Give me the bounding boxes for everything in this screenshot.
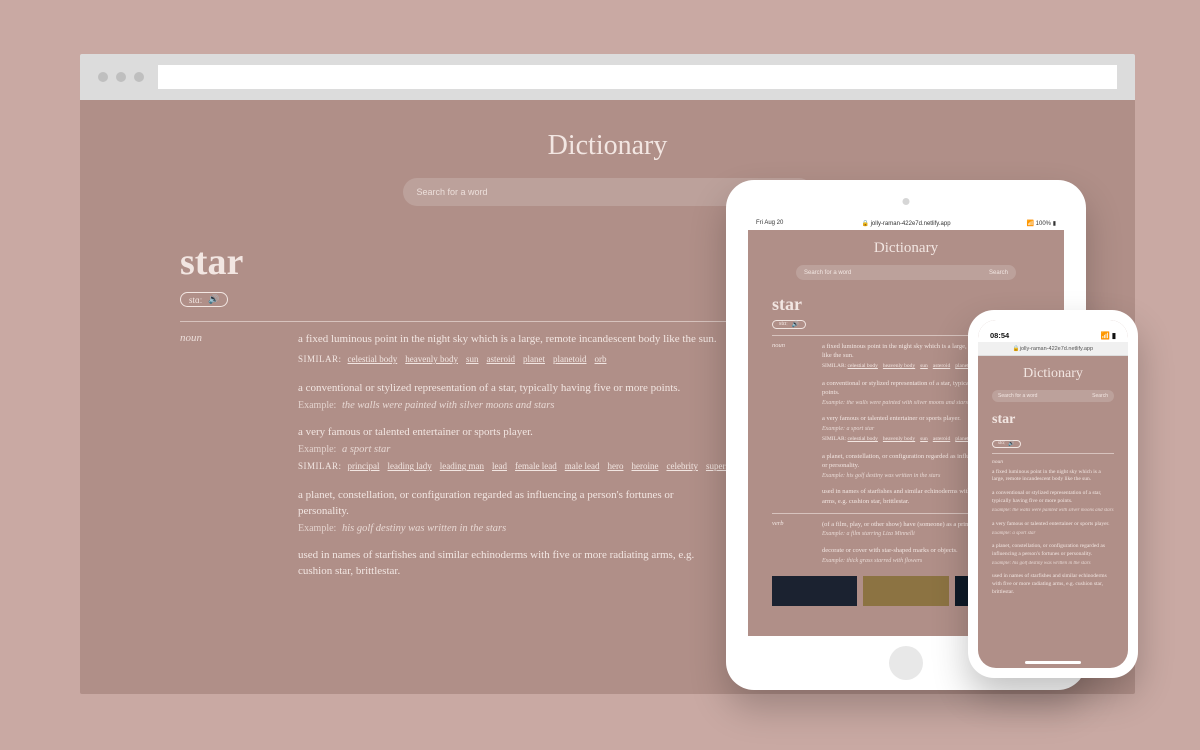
browser-chrome [80,54,1135,100]
example-text: Example: his golf destiny was written in… [298,523,718,534]
similar-row: SIMILAR:celestial bodyheavenly bodysunas… [298,352,718,367]
similar-tag[interactable]: sun [466,354,479,364]
definition-text: used in names of starfishes and similar … [298,548,718,580]
word-heading: star [992,412,1114,428]
tablet-status-bar: Fri Aug 20 🔒 jolly-raman-422e7d.netlify.… [748,216,1064,230]
maximize-icon[interactable] [134,72,144,82]
similar-tag[interactable]: celestial body [348,354,398,364]
definition-item: used in names of starfishes and similar … [992,573,1114,597]
similar-tag[interactable]: heroine [631,461,658,471]
home-indicator[interactable] [1025,661,1081,664]
close-icon[interactable] [98,72,108,82]
similar-tag[interactable]: planet [523,354,545,364]
definition-text: a very famous or talented entertainer or… [298,425,718,441]
similar-tag[interactable]: asteroid [487,354,516,364]
similar-tag[interactable]: female lead [515,461,557,471]
search-bar[interactable]: Search for a word Search [992,390,1114,402]
result-image[interactable] [772,576,857,606]
site-title: Dictionary [180,130,1035,162]
definition-item: a fixed luminous point in the night sky … [992,469,1114,485]
status-time: 08:54 [990,331,1009,340]
phone-screen: 08:54 📶 ▮ 🔒 jolly-raman-422e7d.netlify.a… [978,320,1128,668]
site-title: Dictionary [772,240,1040,257]
search-placeholder: Search for a word [804,270,989,276]
similar-tag[interactable]: principal [348,461,380,471]
example-text: Example: a sport star [298,444,718,455]
similar-tag[interactable]: leading man [440,461,484,471]
similar-tag[interactable]: leading lady [388,461,432,471]
similar-tag[interactable]: orb [595,354,607,364]
phone-frame: 08:54 📶 ▮ 🔒 jolly-raman-422e7d.netlify.a… [968,310,1138,678]
speaker-icon[interactable]: 🔊 [208,294,219,305]
definition-item: a planet, constellation, or configuratio… [992,543,1114,567]
phone-notch [1018,310,1088,328]
definition-item: a conventional or stylized representatio… [298,381,718,411]
phonetic-pill[interactable]: stɑː 🔊 [180,292,228,307]
definition-text: a conventional or stylized representatio… [298,381,718,397]
definition-text: a planet, constellation, or configuratio… [298,488,718,520]
similar-tag[interactable]: male lead [565,461,600,471]
definition-text: a fixed luminous point in the night sky … [298,332,718,348]
similar-tag[interactable]: lead [492,461,507,471]
home-button[interactable] [889,646,923,680]
phonetic-text: stɑː [189,295,202,305]
speaker-icon[interactable]: 🔊 [1008,441,1014,447]
tablet-camera-icon [903,198,910,205]
similar-tag[interactable]: planetoid [553,354,587,364]
speaker-icon[interactable]: 🔊 [792,321,799,328]
definition-list: a fixed luminous point in the night sky … [992,469,1114,597]
search-button[interactable]: Search [989,270,1008,276]
part-of-speech: noun [772,342,792,514]
search-bar[interactable]: Search for a word Search [796,265,1016,280]
site-title: Dictionary [992,366,1114,382]
definition-item: a very famous or talented entertainer or… [992,521,1114,537]
tablet-url: 🔒 jolly-raman-422e7d.netlify.app [861,220,950,227]
definition-item: a fixed luminous point in the night sky … [298,332,718,367]
similar-tag[interactable]: celebrity [666,461,697,471]
search-placeholder: Search for a word [417,187,770,197]
phonetic-pill[interactable]: stɑː 🔊 [992,440,1021,448]
window-controls [98,72,144,82]
definition-item: used in names of starfishes and similar … [298,548,718,580]
definition-item: a planet, constellation, or configuratio… [298,488,718,534]
search-placeholder: Search for a word [998,393,1092,399]
part-of-speech: noun [992,459,1114,465]
url-bar[interactable] [158,65,1117,89]
status-date: Fri Aug 20 [756,220,783,226]
search-button[interactable]: Search [1092,393,1108,399]
example-text: Example: the walls were painted with sil… [298,400,718,411]
status-icons: 📶 ▮ [1100,331,1116,340]
definition-item: a very famous or talented entertainer or… [298,425,718,474]
status-battery: 📶 100% ▮ [1027,220,1056,227]
phone-url-bar[interactable]: 🔒 jolly-raman-422e7d.netlify.app [978,342,1128,356]
minimize-icon[interactable] [116,72,126,82]
part-of-speech: verb [772,520,792,572]
part-of-speech: noun [180,332,218,594]
result-image[interactable] [863,576,948,606]
similar-row: SIMILAR:principalleading ladyleading man… [298,459,718,474]
similar-tag[interactable]: heavenly body [405,354,458,364]
definition-item: a conventional or stylized representatio… [992,490,1114,514]
similar-tag[interactable]: hero [607,461,623,471]
phonetic-pill[interactable]: stɑː 🔊 [772,320,806,329]
definition-list: a fixed luminous point in the night sky … [298,332,718,594]
divider [992,453,1114,454]
